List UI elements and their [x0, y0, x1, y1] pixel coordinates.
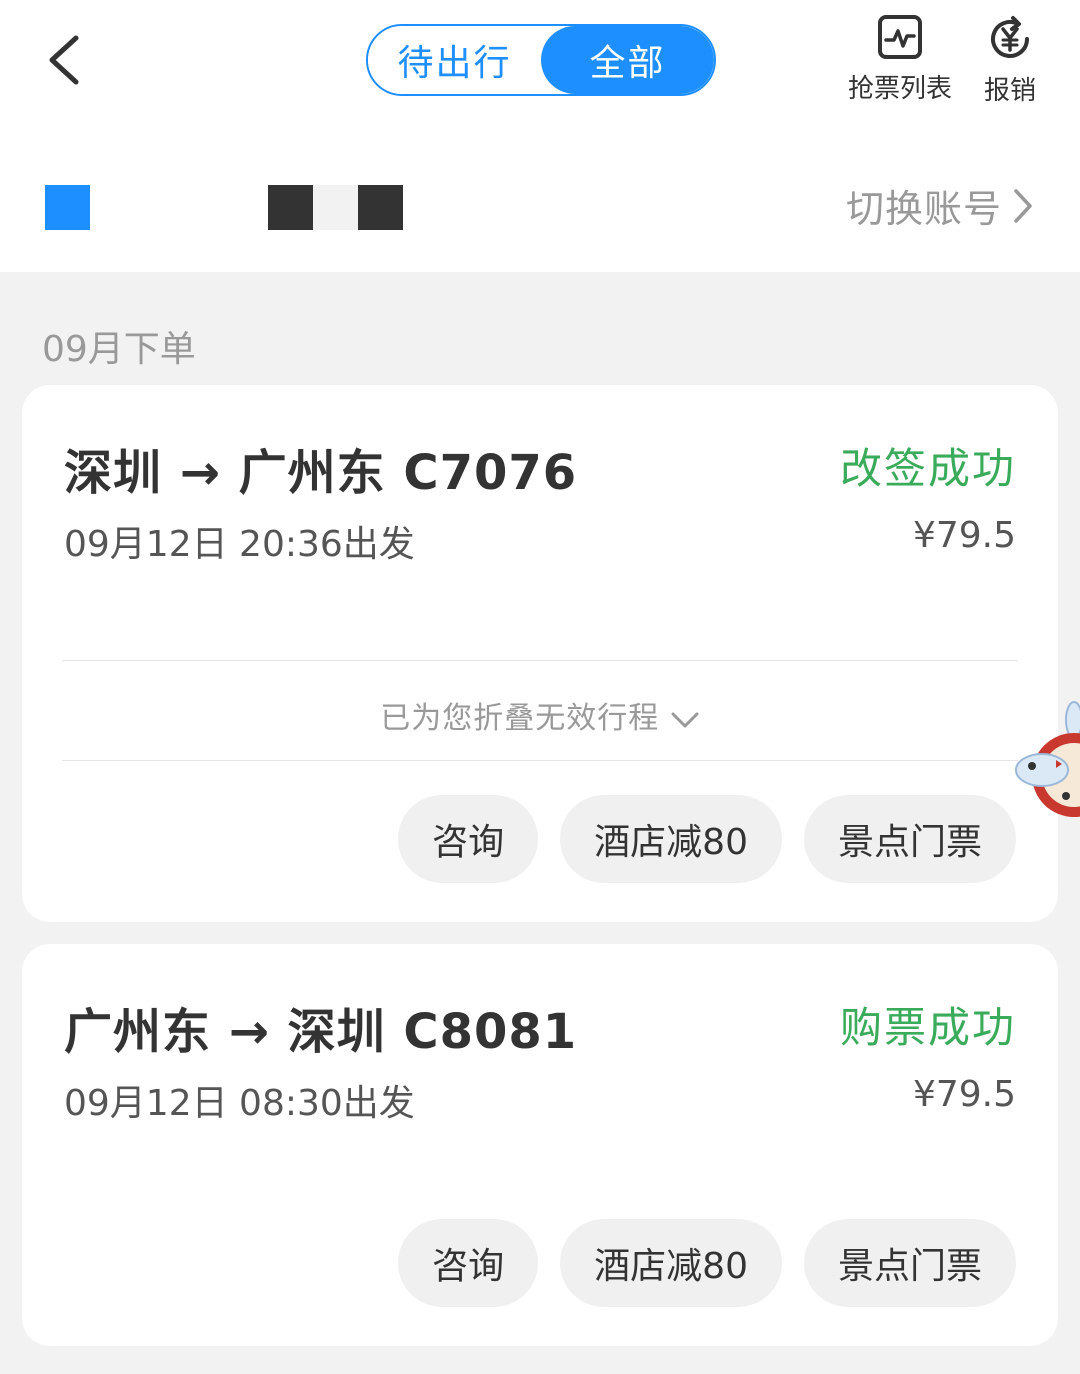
order-status: 改签成功: [839, 444, 1016, 493]
mascot-icon: [1015, 701, 1080, 817]
order-card[interactable]: 深圳 → 广州东 C7076 改签成功 09月12日 20:36出发 ¥79.5…: [22, 385, 1058, 922]
hotel-discount-button[interactable]: 酒店减80: [560, 1219, 782, 1307]
redacted-account-block: [313, 185, 358, 230]
chevron-right-icon: [1014, 188, 1032, 223]
chevron-left-icon: [49, 35, 79, 85]
trip-route: 深圳 → 广州东 C7076: [64, 445, 578, 501]
redacted-account-block: [268, 185, 313, 230]
switch-account-link[interactable]: 切换账号: [846, 178, 1034, 233]
folded-trips-label: 已为您折叠无效行程: [380, 701, 660, 736]
divider: [62, 760, 1018, 761]
trip-filter-tabs: 待出行 全部: [366, 24, 716, 96]
ticket-grab-list-button[interactable]: 抢票列表: [848, 14, 952, 105]
hotel-discount-button[interactable]: 酒店减80: [560, 795, 782, 883]
order-status: 购票成功: [839, 1003, 1016, 1052]
tab-upcoming[interactable]: 待出行: [368, 26, 541, 94]
floating-mascot-button[interactable]: [1012, 700, 1080, 830]
chevron-down-icon: [671, 712, 699, 727]
account-avatar: [45, 185, 90, 230]
yuan-refund-icon: [991, 16, 1029, 58]
departure-time: 09月12日 08:30出发: [64, 1083, 415, 1124]
order-card[interactable]: 广州东 → 深圳 C8081 购票成功 09月12日 08:30出发 ¥79.5…: [22, 944, 1058, 1346]
trip-route: 广州东 → 深圳 C8081: [64, 1004, 578, 1060]
ticket-grab-list-label: 抢票列表: [848, 74, 953, 104]
reimburse-button[interactable]: 报销: [984, 14, 1036, 107]
top-bar: 待出行 全部 抢票列表 报销 切换账号: [0, 0, 1080, 272]
order-actions: 咨询 酒店减80 景点门票: [398, 1219, 1016, 1307]
section-month-title: 09月下单: [42, 329, 196, 370]
departure-time: 09月12日 20:36出发: [64, 524, 415, 565]
order-price: ¥79.5: [912, 515, 1016, 556]
attraction-tickets-button[interactable]: 景点门票: [803, 795, 1016, 883]
back-button[interactable]: [38, 30, 98, 90]
switch-account-label: 切换账号: [845, 187, 1002, 231]
order-price: ¥79.5: [912, 1074, 1016, 1115]
consult-button[interactable]: 咨询: [398, 795, 539, 883]
consult-button[interactable]: 咨询: [398, 1219, 539, 1307]
tab-all[interactable]: 全部: [541, 26, 714, 94]
folded-trips-toggle[interactable]: 已为您折叠无效行程: [22, 693, 1058, 737]
attraction-tickets-button[interactable]: 景点门票: [803, 1219, 1016, 1307]
order-actions: 咨询 酒店减80 景点门票: [398, 795, 1016, 883]
pulse-chart-icon: [878, 15, 922, 59]
redacted-account-block: [358, 185, 403, 230]
divider: [62, 660, 1018, 661]
reimburse-label: 报销: [984, 76, 1037, 106]
